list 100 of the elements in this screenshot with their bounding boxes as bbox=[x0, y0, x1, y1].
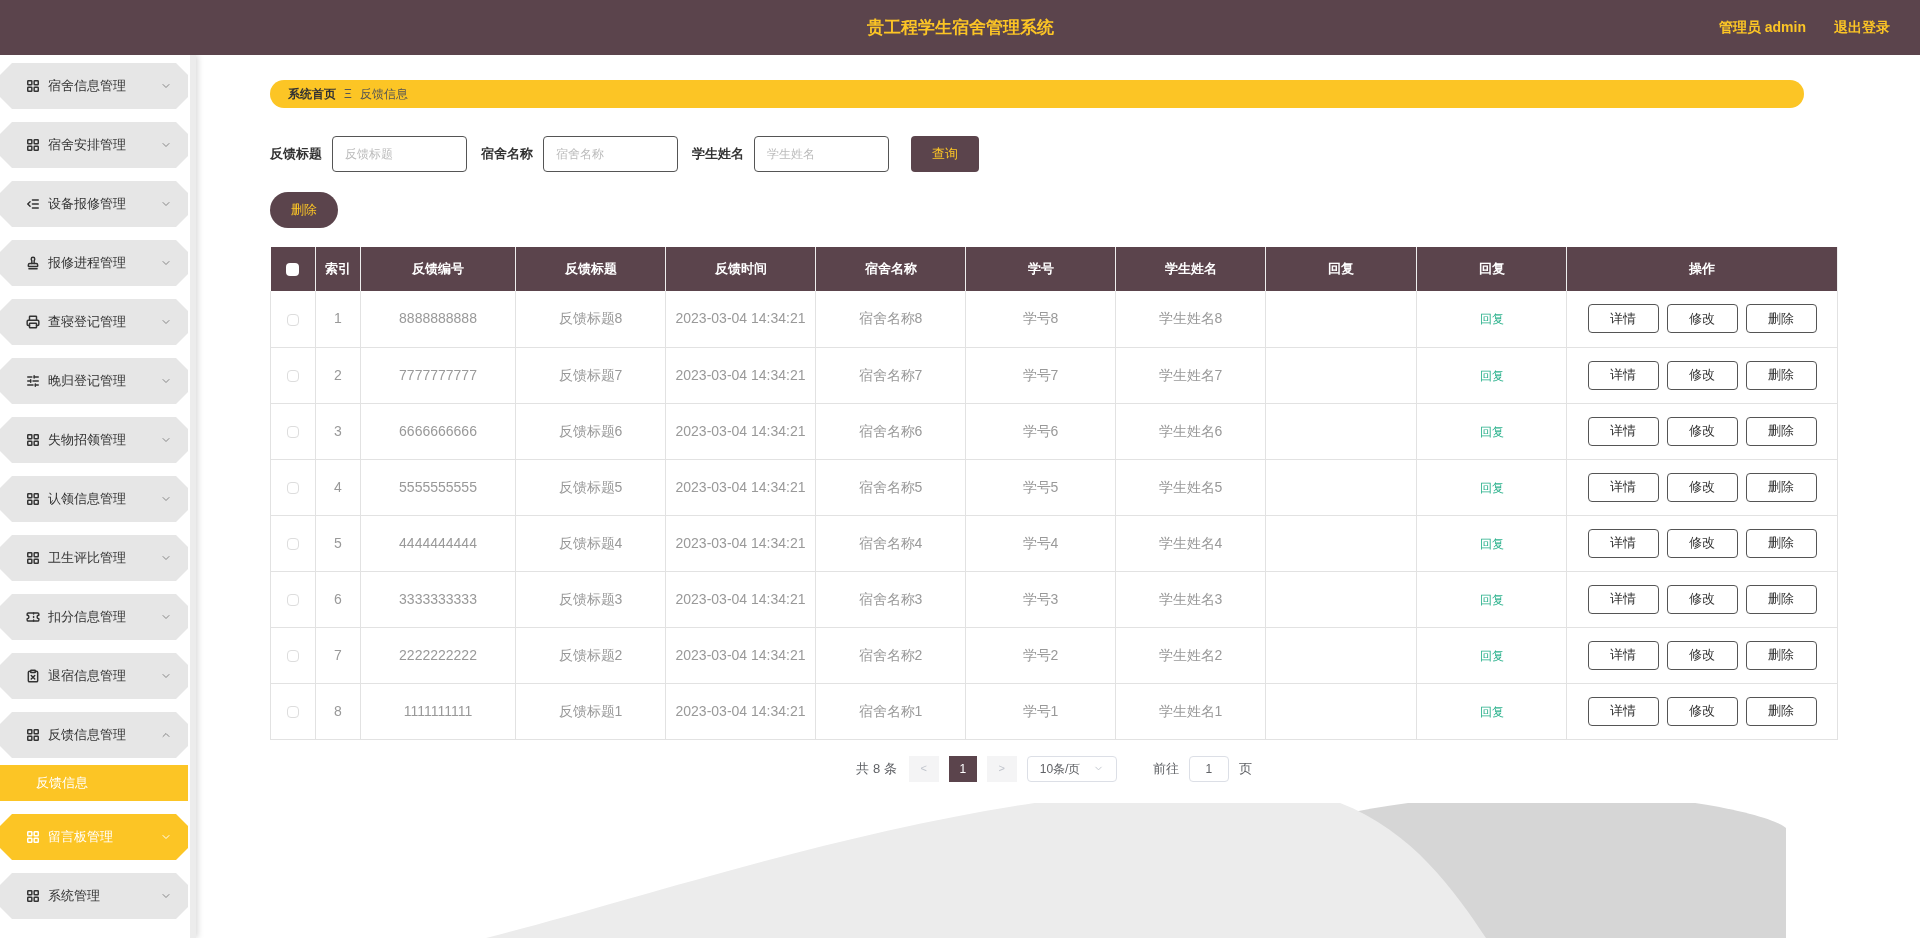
sidebar-item[interactable]: 反馈信息管理 bbox=[0, 712, 188, 758]
table-cell: 2023-03-04 14:34:21 bbox=[675, 366, 806, 383]
sidebar-item[interactable]: 晚归登记管理 bbox=[0, 358, 188, 404]
table-cell: 学生姓名5 bbox=[1158, 478, 1223, 495]
action-button[interactable]: 删除 bbox=[1745, 640, 1817, 670]
action-button[interactable]: 删除 bbox=[1745, 304, 1817, 334]
action-button[interactable]: 删除 bbox=[1745, 360, 1817, 390]
table-cell: 7777777777 bbox=[399, 366, 477, 383]
column-header: 回复 bbox=[1328, 261, 1354, 277]
action-button[interactable]: 详情 bbox=[1587, 640, 1659, 670]
sidebar-item[interactable]: 报修进程管理 bbox=[0, 240, 188, 286]
table-cell: 2 bbox=[334, 366, 342, 383]
table-cell: 学生姓名4 bbox=[1158, 534, 1223, 551]
table-cell: 3 bbox=[334, 422, 342, 439]
table-cell: 学生姓名2 bbox=[1158, 646, 1223, 663]
table-cell: 宿舍名称3 bbox=[858, 590, 923, 607]
table-cell: 反馈标题4 bbox=[558, 534, 623, 551]
action-button[interactable]: 删除 bbox=[1745, 528, 1817, 558]
logout-link[interactable]: 退出登录 bbox=[1834, 17, 1890, 38]
clipboard-icon bbox=[26, 669, 40, 683]
sidebar-item[interactable]: 系统管理 bbox=[0, 873, 188, 919]
sidebar-item[interactable]: 设备报修管理 bbox=[0, 181, 188, 227]
row-checkbox[interactable] bbox=[287, 313, 299, 326]
table-cell: 4444444444 bbox=[399, 534, 477, 551]
table-cell: 7 bbox=[334, 646, 342, 663]
table-cell: 学号7 bbox=[1022, 366, 1059, 383]
sidebar-item[interactable]: 宿舍安排管理 bbox=[0, 122, 188, 168]
action-button[interactable]: 详情 bbox=[1587, 304, 1659, 334]
action-button[interactable]: 删除 bbox=[1745, 472, 1817, 502]
table-cell: 学号1 bbox=[1022, 702, 1059, 719]
grid-icon bbox=[26, 889, 40, 903]
grid-icon bbox=[26, 728, 40, 742]
action-button[interactable]: 删除 bbox=[1745, 696, 1817, 726]
action-button[interactable]: 删除 bbox=[1745, 416, 1817, 446]
delete-button[interactable]: 删除 bbox=[270, 192, 338, 228]
grid-icon bbox=[26, 830, 40, 844]
action-button[interactable]: 详情 bbox=[1587, 584, 1659, 614]
table-cell: 学生姓名7 bbox=[1158, 366, 1223, 383]
table-cell: 3333333333 bbox=[399, 590, 477, 607]
header-checkbox[interactable] bbox=[286, 263, 300, 277]
action-button[interactable]: 修改 bbox=[1666, 640, 1738, 670]
table-cell: 反馈标题1 bbox=[558, 702, 623, 719]
breadcrumb-link[interactable]: 系统首页 bbox=[288, 85, 336, 103]
row-checkbox[interactable] bbox=[287, 369, 299, 382]
column-header: 操作 bbox=[1689, 261, 1715, 277]
action-button[interactable]: 删除 bbox=[1745, 584, 1817, 614]
table-cell: 反馈标题6 bbox=[558, 422, 623, 439]
table-cell: 2222222222 bbox=[399, 646, 477, 663]
table-cell: 学生姓名3 bbox=[1158, 590, 1223, 607]
table-cell: 2023-03-04 14:34:21 bbox=[675, 646, 806, 663]
field-label: 学生姓名 bbox=[692, 145, 744, 164]
row-checkbox[interactable] bbox=[287, 425, 299, 438]
search-field[interactable]: 宿舍名称 bbox=[543, 136, 678, 172]
table-cell: 反馈标题7 bbox=[558, 366, 623, 383]
row-checkbox[interactable] bbox=[287, 593, 299, 606]
action-button[interactable]: 修改 bbox=[1666, 416, 1738, 446]
table-cell: 2023-03-04 14:34:21 bbox=[675, 702, 806, 719]
table-cell: 5555555555 bbox=[399, 478, 477, 495]
row-checkbox[interactable] bbox=[287, 649, 299, 662]
page-size-select[interactable]: 10条/页 bbox=[1026, 755, 1117, 782]
page-number-field[interactable]: 1 bbox=[1188, 755, 1229, 782]
table-cell: 学号5 bbox=[1022, 478, 1059, 495]
action-button[interactable]: 修改 bbox=[1666, 696, 1738, 726]
table-cell: 学生姓名8 bbox=[1158, 310, 1223, 327]
search-field[interactable]: 学生姓名 bbox=[754, 136, 889, 172]
action-button[interactable]: 详情 bbox=[1587, 360, 1659, 390]
action-button[interactable]: 修改 bbox=[1666, 584, 1738, 614]
table-cell: 宿舍名称4 bbox=[858, 534, 923, 551]
table-cell: 学号6 bbox=[1022, 422, 1059, 439]
grid-icon bbox=[26, 79, 40, 93]
row-checkbox[interactable] bbox=[287, 481, 299, 494]
sidebar-item[interactable]: 认领信息管理 bbox=[0, 476, 188, 522]
row-checkbox[interactable] bbox=[287, 537, 299, 550]
stamp-icon bbox=[26, 256, 40, 270]
sidebar-item[interactable]: 扣分信息管理 bbox=[0, 594, 188, 640]
action-button[interactable]: 详情 bbox=[1587, 416, 1659, 446]
sidebar-item[interactable]: 查寝登记管理 bbox=[0, 299, 188, 345]
query-button[interactable]: 查询 bbox=[911, 136, 979, 172]
sidebar-item[interactable]: 失物招领管理 bbox=[0, 417, 188, 463]
action-button[interactable]: 修改 bbox=[1666, 304, 1738, 334]
action-button[interactable]: 修改 bbox=[1666, 360, 1738, 390]
sidebar-item[interactable]: 宿舍信息管理 bbox=[0, 63, 188, 109]
row-checkbox[interactable] bbox=[287, 705, 299, 718]
action-button[interactable]: 修改 bbox=[1666, 528, 1738, 558]
table-cell: 6 bbox=[334, 590, 342, 607]
column-header: 反馈编号 bbox=[412, 261, 464, 277]
sidebar-item[interactable]: 卫生评比管理 bbox=[0, 535, 188, 581]
action-button[interactable]: 修改 bbox=[1666, 472, 1738, 502]
table-cell: 2023-03-04 14:34:21 bbox=[675, 478, 806, 495]
sidebar-item[interactable]: 退宿信息管理 bbox=[0, 653, 188, 699]
action-button[interactable]: 详情 bbox=[1587, 528, 1659, 558]
search-field[interactable]: 反馈标题 bbox=[332, 136, 467, 172]
table-cell: 宿舍名称6 bbox=[858, 422, 923, 439]
page-button[interactable]: 1 bbox=[948, 755, 977, 782]
table-cell: 宿舍名称1 bbox=[858, 702, 923, 719]
table-cell: 宿舍名称5 bbox=[858, 478, 923, 495]
action-button[interactable]: 详情 bbox=[1587, 472, 1659, 502]
table-cell: 6666666666 bbox=[399, 422, 477, 439]
action-button[interactable]: 详情 bbox=[1587, 696, 1659, 726]
goto-suffix: 页 bbox=[1238, 759, 1252, 778]
